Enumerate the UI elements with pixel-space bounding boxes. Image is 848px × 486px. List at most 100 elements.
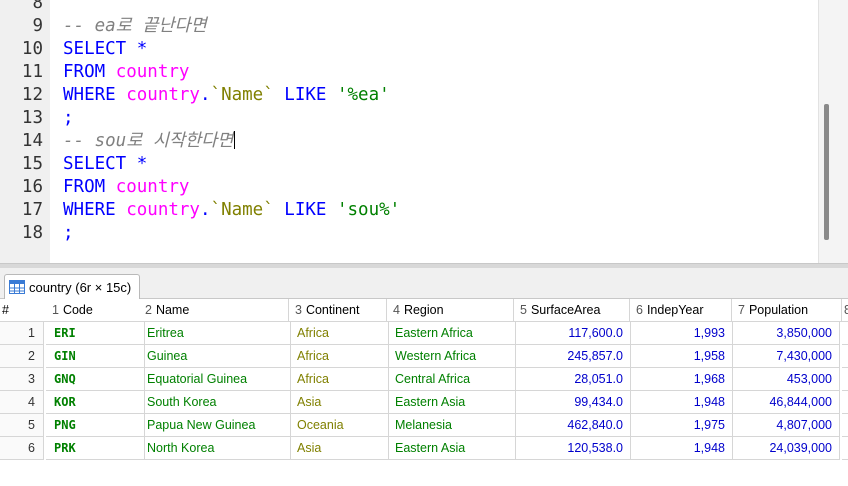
cell-region[interactable]: Eastern Asia: [387, 391, 516, 414]
cell-code[interactable]: KOR: [46, 391, 145, 414]
cell-code[interactable]: PRK: [46, 437, 145, 460]
code-text[interactable]: ;: [63, 107, 74, 130]
code-line[interactable]: 9 -- ea로 끝난다면: [0, 15, 820, 38]
cell-surfacearea[interactable]: 99,434.0: [514, 391, 631, 414]
code-line[interactable]: 16 FROM country: [0, 176, 820, 199]
code-line[interactable]: 18;: [0, 222, 820, 245]
cell-name[interactable]: Equatorial Guinea: [139, 368, 291, 391]
cell-next[interactable]: [842, 345, 848, 368]
code-text[interactable]: ;: [63, 222, 74, 245]
sql-editor[interactable]: 8 9 -- ea로 끝난다면 10 SELECT * 11 FROM country 12 W…: [0, 0, 848, 263]
cell-population[interactable]: 46,844,000: [732, 391, 840, 414]
cell-population[interactable]: 453,000: [732, 368, 840, 391]
column-index: 4: [393, 303, 400, 317]
code-text[interactable]: -- ea로 끝난다면: [63, 15, 207, 38]
column-header-continent[interactable]: 3 Continent: [289, 299, 387, 322]
cell-surfacearea[interactable]: 117,600.0: [514, 322, 631, 345]
cell-next[interactable]: [842, 437, 848, 460]
column-header-region[interactable]: 4 Region: [387, 299, 514, 322]
cell-next[interactable]: [842, 322, 848, 345]
result-grid[interactable]: # 1 Code 2 Name 3 Continent 4 Region 5 Surfac…: [0, 299, 848, 486]
table-row[interactable]: 3 GNQ Equatorial Guinea Africa Central Afric…: [0, 368, 848, 391]
table-row[interactable]: 4 KOR South Korea Asia Eastern Asia 99,434.0 1…: [0, 391, 848, 414]
cell-region[interactable]: Eastern Asia: [387, 437, 516, 460]
cell-surfacearea[interactable]: 28,051.0: [514, 368, 631, 391]
table-row[interactable]: 6 PRK North Korea Asia Eastern Asia 120,538.0…: [0, 437, 848, 460]
cell-population[interactable]: 24,039,000: [732, 437, 840, 460]
cell-surfacearea[interactable]: 245,857.0: [514, 345, 631, 368]
cell-region[interactable]: Eastern Africa: [387, 322, 516, 345]
code-token: -- sou로 시작한다면: [63, 131, 234, 151]
column-header-next[interactable]: 8: [842, 299, 848, 322]
cell-indepyear[interactable]: 1,948: [630, 391, 733, 414]
cell-indepyear[interactable]: 1,948: [630, 437, 733, 460]
code-token: LIKE: [273, 200, 337, 220]
cell-indepyear[interactable]: 1,975: [630, 414, 733, 437]
code-text[interactable]: FROM country: [63, 176, 189, 199]
code-line[interactable]: 14 -- sou로 시작한다면: [0, 130, 820, 153]
cell-region[interactable]: Western Africa: [387, 345, 516, 368]
code-line[interactable]: 8: [0, 0, 820, 15]
cell-indepyear[interactable]: 1,968: [630, 368, 733, 391]
vertical-scrollbar[interactable]: [818, 0, 848, 263]
column-index: 1: [52, 303, 59, 317]
cell-indepyear[interactable]: 1,958: [630, 345, 733, 368]
cell-code[interactable]: PNG: [46, 414, 145, 437]
cell-code[interactable]: ERI: [46, 322, 145, 345]
code-token: country: [126, 85, 200, 105]
cell-population[interactable]: 3,850,000: [732, 322, 840, 345]
code-token: country: [115, 177, 190, 197]
code-line[interactable]: 17 WHERE country.`Name` LIKE 'sou%': [0, 199, 820, 222]
column-name: Continent: [305, 303, 360, 317]
code-text[interactable]: WHERE country.`Name` LIKE 'sou%': [63, 199, 400, 222]
cell-name[interactable]: Papua New Guinea: [139, 414, 291, 437]
column-header-indepyear[interactable]: 6 IndepYear: [630, 299, 732, 322]
code-line[interactable]: 11 FROM country: [0, 61, 820, 84]
cell-surfacearea[interactable]: 120,538.0: [514, 437, 631, 460]
table-row[interactable]: 2 GIN Guinea Africa Western Africa 245,857.0 1…: [0, 345, 848, 368]
cell-indepyear[interactable]: 1,993: [630, 322, 733, 345]
column-header-surfacearea[interactable]: 5 SurfaceArea: [514, 299, 630, 322]
result-tab[interactable]: country (6r × 15c): [4, 274, 141, 299]
cell-surfacearea[interactable]: 462,840.0: [514, 414, 631, 437]
cell-next[interactable]: [842, 368, 848, 391]
cell-name[interactable]: Guinea: [139, 345, 291, 368]
cell-continent[interactable]: Africa: [289, 322, 389, 345]
code-token: ;: [63, 223, 74, 243]
table-row[interactable]: 1 ERI Eritrea Africa Eastern Africa 117,600.0…: [0, 322, 848, 345]
cell-name[interactable]: Eritrea: [139, 322, 291, 345]
cell-population[interactable]: 7,430,000: [732, 345, 840, 368]
cell-code[interactable]: GIN: [46, 345, 145, 368]
cell-continent[interactable]: Asia: [289, 391, 389, 414]
code-text[interactable]: SELECT *: [63, 38, 147, 61]
code-token: country: [126, 200, 200, 220]
cell-population[interactable]: 4,807,000: [732, 414, 840, 437]
cell-next[interactable]: [842, 414, 848, 437]
cell-region[interactable]: Central Africa: [387, 368, 516, 391]
code-line[interactable]: 15 SELECT *: [0, 153, 820, 176]
line-number: 9: [32, 16, 43, 36]
column-header-name[interactable]: 2 Name: [139, 299, 289, 322]
line-number: 16: [21, 177, 43, 197]
code-text[interactable]: -- sou로 시작한다면: [63, 130, 236, 153]
code-line[interactable]: 10 SELECT *: [0, 38, 820, 61]
cell-continent[interactable]: Africa: [289, 345, 389, 368]
column-header-population[interactable]: 7 Population: [732, 299, 842, 322]
code-text[interactable]: FROM country: [63, 61, 189, 84]
code-text[interactable]: SELECT *: [63, 153, 147, 176]
cell-continent[interactable]: Asia: [289, 437, 389, 460]
scrollbar-thumb[interactable]: [824, 104, 829, 240]
row-number: 4: [0, 391, 44, 414]
cell-name[interactable]: South Korea: [139, 391, 291, 414]
column-header-code[interactable]: 1 Code: [46, 299, 143, 322]
code-line[interactable]: 12 WHERE country.`Name` LIKE '%ea': [0, 84, 820, 107]
cell-region[interactable]: Melanesia: [387, 414, 516, 437]
cell-code[interactable]: GNQ: [46, 368, 145, 391]
code-text[interactable]: WHERE country.`Name` LIKE '%ea': [63, 84, 390, 107]
cell-name[interactable]: North Korea: [139, 437, 291, 460]
cell-continent[interactable]: Africa: [289, 368, 389, 391]
code-line[interactable]: 13;: [0, 107, 820, 130]
table-row[interactable]: 5 PNG Papua New Guinea Oceania Melanesia 462,…: [0, 414, 848, 437]
cell-continent[interactable]: Oceania: [289, 414, 389, 437]
cell-next[interactable]: [842, 391, 848, 414]
